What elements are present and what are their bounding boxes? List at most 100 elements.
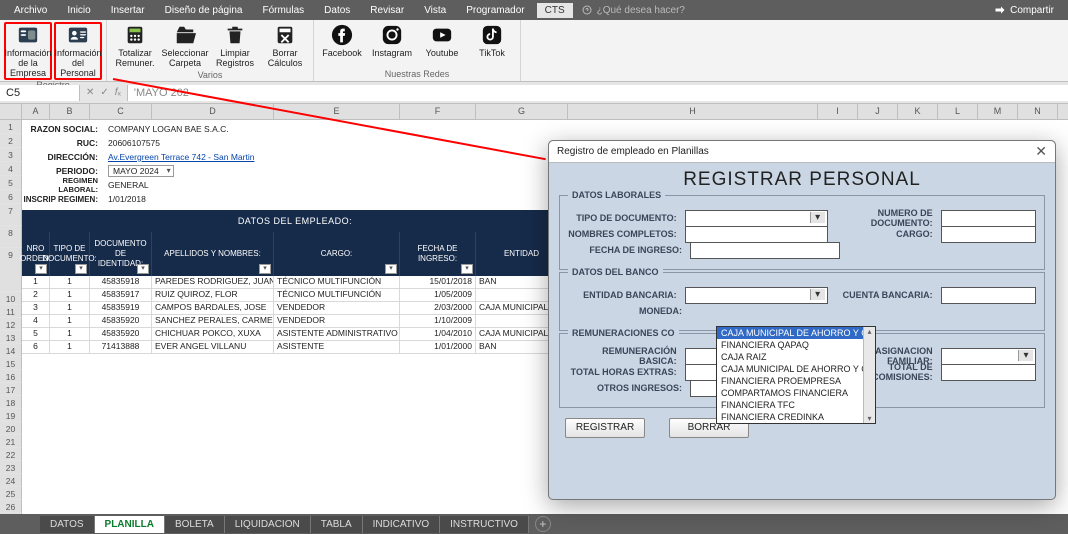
btn-youtube[interactable]: Youtube (418, 22, 466, 69)
col-header[interactable]: H (568, 104, 818, 119)
col-header[interactable]: E (274, 104, 400, 119)
filter-icon[interactable]: ▾ (75, 264, 87, 274)
btn-facebook[interactable]: Facebook (318, 22, 366, 69)
row-header[interactable]: 24 (0, 474, 22, 487)
row-header[interactable]: 12 (0, 318, 22, 331)
select-all-corner[interactable] (0, 104, 22, 119)
row-header[interactable]: 16 (0, 370, 22, 383)
row-header[interactable]: 25 (0, 487, 22, 500)
dropdown-option[interactable]: CAJA MUNICIPAL DE AHORRO Y CR (717, 363, 875, 375)
row-header[interactable]: 26 (0, 500, 22, 513)
filter-icon[interactable]: ▾ (35, 264, 47, 274)
sheet-tab-indicativo[interactable]: INDICATIVO (363, 516, 440, 533)
sheet-tab-liquidacion[interactable]: LIQUIDACION (225, 516, 311, 533)
row-header[interactable]: 7 (0, 204, 22, 226)
col-header[interactable]: J (858, 104, 898, 119)
table-row[interactable]: 5145835920CHICHUAR POKCO, XUXAASISTENTE … (22, 328, 568, 341)
num-doc-input[interactable] (941, 210, 1036, 227)
col-header[interactable]: M (978, 104, 1018, 119)
btn-sel-carpeta[interactable]: Seleccionar Carpeta (161, 22, 209, 70)
fecha-ingreso-input[interactable] (690, 242, 840, 259)
sheet-tab-planilla[interactable]: PLANILLA (95, 516, 165, 533)
close-icon[interactable]: ✕ (1035, 143, 1047, 160)
menu-archivo[interactable]: Archivo (6, 3, 55, 18)
col-header[interactable]: I (818, 104, 858, 119)
col-header[interactable]: C (90, 104, 152, 119)
col-header[interactable]: G (476, 104, 568, 119)
btn-totalizar[interactable]: Totalizar Remuner. (111, 22, 159, 70)
cargo-input[interactable] (941, 226, 1036, 243)
entidad-dropdown-list[interactable]: CAJA MUNICIPAL DE AHORRO Y CR FINANCIERA … (716, 326, 876, 424)
dropdown-option[interactable]: FINANCIERA QAPAQ (717, 339, 875, 351)
row-header[interactable]: 13 (0, 331, 22, 344)
sheet-tab-tabla[interactable]: TABLA (311, 516, 363, 533)
row-header[interactable]: 8 (0, 226, 22, 248)
btn-borrar[interactable]: Borrar Cálculos (261, 22, 309, 70)
dropdown-option[interactable]: FINANCIERA TFC (717, 399, 875, 411)
cancel-fn-icon[interactable]: ✕ (86, 87, 94, 98)
btn-info-personal[interactable]: Información del Personal (54, 22, 102, 80)
fx-icon[interactable]: fₓ (115, 87, 121, 98)
registrar-button[interactable]: REGISTRAR (565, 418, 645, 438)
tell-me[interactable]: ¿Qué desea hacer? (581, 4, 685, 16)
menu-diseño-de-página[interactable]: Diseño de página (157, 3, 251, 18)
col-header[interactable]: B (50, 104, 90, 119)
add-sheet-button[interactable]: + (535, 516, 551, 532)
table-row[interactable]: 3145835919CAMPOS BARDALES, JOSEVENDEDOR2… (22, 302, 568, 315)
menu-vista[interactable]: Vista (416, 3, 454, 18)
menu-programador[interactable]: Programador (458, 3, 532, 18)
menu-insertar[interactable]: Insertar (103, 3, 153, 18)
entidad-select[interactable] (685, 287, 828, 304)
period-dropdown[interactable]: MAYO 2024 (108, 165, 174, 177)
cuenta-input[interactable] (941, 287, 1036, 304)
btn-tiktok[interactable]: TikTok (468, 22, 516, 69)
menu-cts[interactable]: CTS (537, 3, 573, 18)
enter-fn-icon[interactable]: ✓ (100, 87, 108, 98)
table-row[interactable]: 6171413888EVER ANGEL VILLANUASISTENTE1/0… (22, 341, 568, 354)
menu-fórmulas[interactable]: Fórmulas (254, 3, 312, 18)
row-header[interactable]: 17 (0, 383, 22, 396)
row-header[interactable]: 14 (0, 344, 22, 357)
row-header[interactable]: 20 (0, 422, 22, 435)
row-header[interactable]: 23 (0, 461, 22, 474)
table-row[interactable]: 2145835917RUIZ QUIROZ, FLORTÉCNICO MULTI… (22, 289, 568, 302)
filter-icon[interactable]: ▾ (137, 264, 149, 274)
row-header[interactable]: 19 (0, 409, 22, 422)
col-header[interactable]: A (22, 104, 50, 119)
filter-icon[interactable]: ▾ (259, 264, 271, 274)
filter-icon[interactable]: ▾ (461, 264, 473, 274)
btn-instagram[interactable]: Instagram (368, 22, 416, 69)
sheet-tab-boleta[interactable]: BOLETA (165, 516, 225, 533)
menu-inicio[interactable]: Inicio (59, 3, 98, 18)
share-button[interactable]: Compartir (986, 2, 1062, 18)
row-header[interactable]: 1 (0, 120, 22, 134)
row-header[interactable]: 4 (0, 162, 22, 176)
row-header[interactable]: 11 (0, 305, 22, 318)
row-header[interactable]: 9 (0, 248, 22, 292)
row-header[interactable]: 21 (0, 435, 22, 448)
nombres-input[interactable] (685, 226, 828, 243)
menu-datos[interactable]: Datos (316, 3, 358, 18)
namebox[interactable]: C5 (0, 85, 80, 101)
filter-icon[interactable]: ▾ (385, 264, 397, 274)
btn-limpiar[interactable]: Limpiar Registros (211, 22, 259, 70)
tipo-doc-select[interactable] (685, 210, 828, 227)
dropdown-option[interactable]: COMPARTAMOS FINANCIERA (717, 387, 875, 399)
row-header[interactable]: 22 (0, 448, 22, 461)
col-header[interactable]: K (898, 104, 938, 119)
menu-revisar[interactable]: Revisar (362, 3, 412, 18)
table-row[interactable]: 4145835920SANCHEZ PERALES, CARMENVENDEDO… (22, 315, 568, 328)
sheet-tab-datos[interactable]: DATOS (40, 516, 95, 533)
row-header[interactable]: 3 (0, 148, 22, 162)
col-header[interactable]: F (400, 104, 476, 119)
scrollbar[interactable] (863, 327, 875, 423)
formula-input[interactable]: 'MAYO 202 (127, 85, 1068, 101)
comisiones-input[interactable] (941, 364, 1036, 381)
col-header[interactable]: L (938, 104, 978, 119)
dropdown-option[interactable]: CAJA RAIZ (717, 351, 875, 363)
row-header[interactable]: 6 (0, 190, 22, 204)
row-header[interactable]: 2 (0, 134, 22, 148)
btn-info-empresa[interactable]: Información de la Empresa (4, 22, 52, 80)
row-header[interactable]: 15 (0, 357, 22, 370)
col-header[interactable]: D (152, 104, 274, 119)
